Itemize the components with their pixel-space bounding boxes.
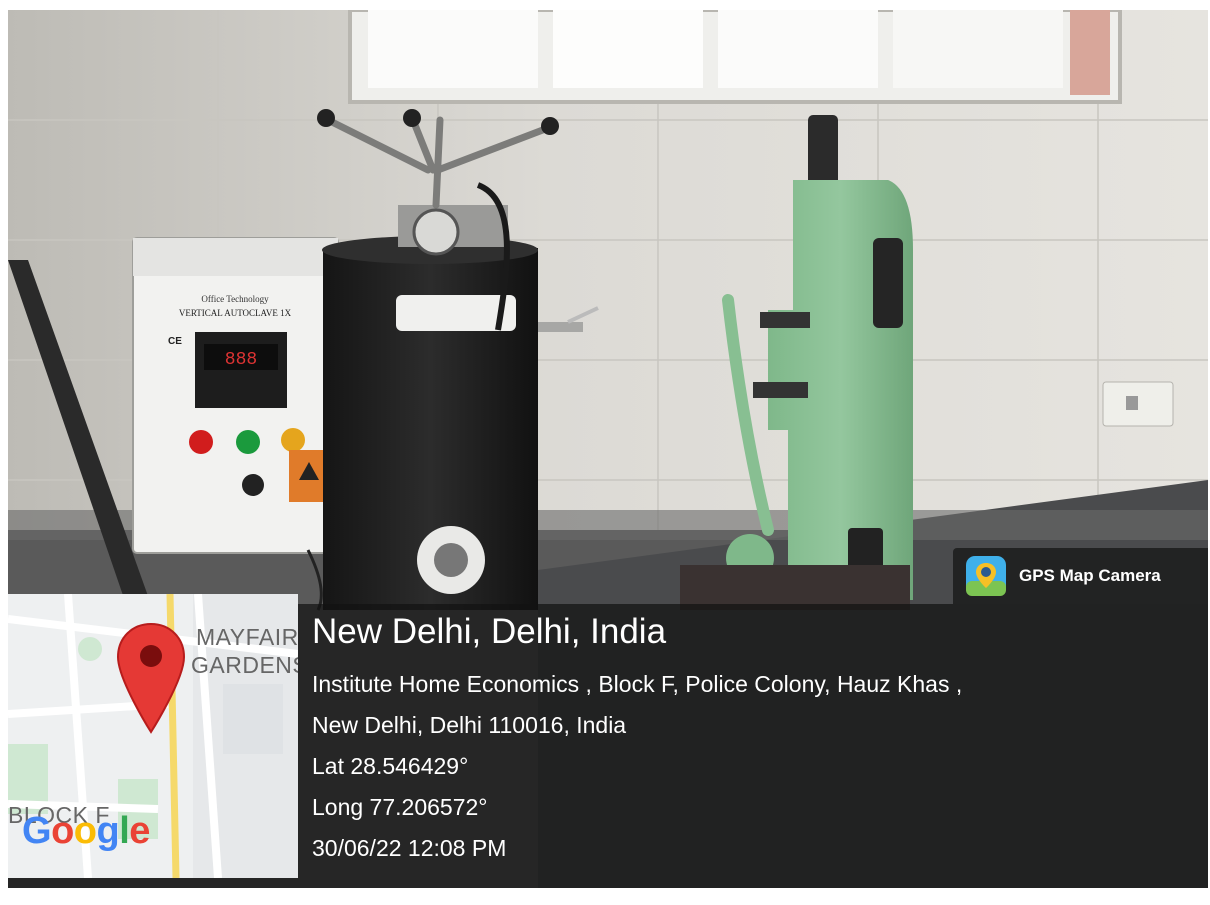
panel-title: VERTICAL AUTOCLAVE 1X <box>179 308 292 318</box>
location-city: New Delhi, Delhi, India <box>312 612 667 651</box>
address-line-2: New Delhi, Delhi 110016, India <box>312 712 627 738</box>
autoclave-control-panel: Office Technology VERTICAL AUTOCLAVE 1X … <box>132 237 339 554</box>
map-thumbnail: MAYFAIR GARDENS BLOCK F Google <box>8 594 298 878</box>
google-logo-letter: e <box>129 810 150 852</box>
location-pin-icon <box>116 622 186 734</box>
panel-display: 888 <box>225 350 257 370</box>
pressure-gauge-icon <box>412 208 460 256</box>
window <box>348 10 1122 104</box>
google-logo-letter: G <box>22 810 52 852</box>
panel-ce-mark: CE <box>168 336 182 347</box>
address-line-1: Institute Home Economics , Block F, Poli… <box>312 671 963 697</box>
google-logo-letter: o <box>73 810 97 852</box>
google-logo-letter: l <box>119 810 130 852</box>
google-logo-letter: g <box>96 810 120 852</box>
location-text: New Delhi, Delhi, India Institute Home E… <box>312 612 1192 869</box>
amber-indicator-icon <box>281 428 305 452</box>
google-logo: Google <box>22 810 150 853</box>
gps-map-camera-icon <box>966 556 1006 596</box>
latitude-value: Lat 28.546429° <box>312 753 469 779</box>
map-label-area2: GARDENS <box>191 652 298 678</box>
gps-map-camera-label: GPS Map Camera <box>1019 566 1161 585</box>
google-logo-letter: o <box>51 810 74 852</box>
longitude-value: Long 77.206572° <box>312 794 488 820</box>
red-indicator-icon <box>189 430 213 454</box>
green-indicator-icon <box>236 430 260 454</box>
timestamp-value: 30/06/22 12:08 PM <box>312 835 507 861</box>
map-label-area1: MAYFAIR <box>196 624 298 650</box>
panel-brand: Office Technology <box>201 294 269 304</box>
gps-map-camera-badge: GPS Map Camera <box>953 548 1208 604</box>
rotary-switch-icon <box>242 474 264 496</box>
